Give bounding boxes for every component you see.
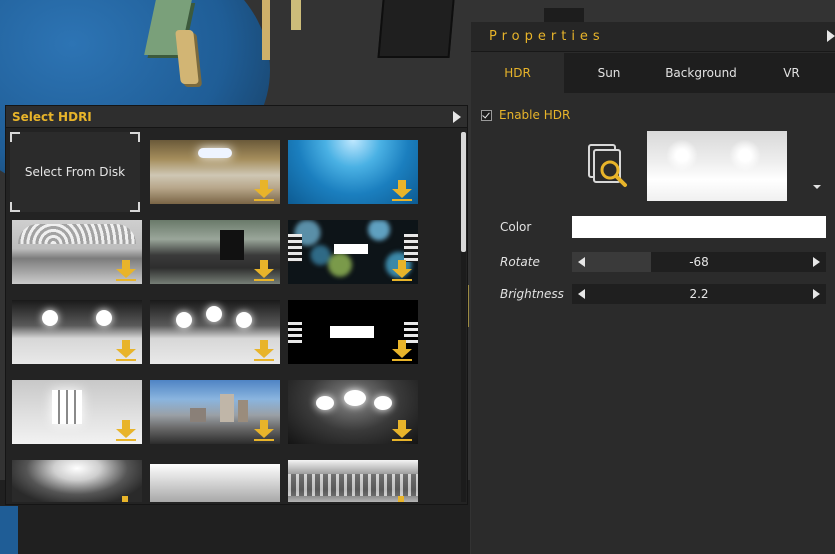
hdri-thumbnail[interactable] [288,140,418,204]
brightness-label: Brightness [500,287,564,301]
download-icon[interactable] [116,260,136,282]
terrain-block [262,0,270,60]
properties-panel: Properties HDR Sun Background VR Enable … [471,22,835,554]
hdri-thumbnail[interactable] [150,140,280,204]
properties-tabs: HDR Sun Background VR [471,53,835,93]
hdri-thumbnail[interactable] [150,220,280,284]
hdri-panel-title: Select HDRI [12,109,92,124]
tab-background[interactable]: Background [654,53,748,93]
tab-vr[interactable]: VR [748,53,835,93]
brightness-row: Brightness 2.2 [500,284,826,304]
chevron-down-icon[interactable] [813,185,821,189]
rotate-value: -68 [689,255,709,269]
select-from-disk-label: Select From Disk [24,164,126,179]
hdri-thumbnail[interactable] [12,460,142,502]
download-icon[interactable] [392,180,412,202]
download-icon[interactable] [254,420,274,442]
select-from-disk-button[interactable]: Select From Disk [10,132,140,212]
hdri-scrollbar[interactable] [461,132,466,502]
rotate-label: Rotate [500,255,540,269]
hdri-grid: Select From Disk [10,132,422,502]
hdri-panel-header: Select HDRI [6,106,467,128]
download-icon[interactable] [116,340,136,362]
color-swatch[interactable] [572,216,826,238]
scene-object [0,506,18,554]
collapse-arrow-icon[interactable] [453,110,461,123]
hdri-thumbnail[interactable] [150,300,280,364]
scene-object [544,8,584,22]
browse-hdri-icon[interactable] [588,144,630,190]
hdri-thumbnail[interactable] [288,460,418,502]
download-icon[interactable] [392,420,412,442]
tab-sun[interactable]: Sun [564,53,654,93]
download-icon[interactable] [122,496,128,502]
enable-hdr-row[interactable]: Enable HDR [481,108,570,122]
enable-hdr-label: Enable HDR [499,108,571,122]
increment-arrow-icon[interactable] [813,257,820,267]
hdri-thumbnail[interactable] [150,464,280,502]
select-hdri-panel: Select HDRI Select From Disk [5,105,468,505]
tab-hdr[interactable]: HDR [471,53,564,93]
download-icon[interactable] [392,340,412,362]
hdri-thumbnail[interactable] [288,300,418,364]
scrollbar-thumb[interactable] [461,132,466,252]
enable-hdr-checkbox[interactable] [481,109,492,121]
properties-title: Properties [489,29,605,44]
color-label: Color [500,220,532,234]
color-row: Color [500,216,826,238]
hdri-thumbnail[interactable] [12,300,142,364]
download-icon[interactable] [116,420,136,442]
download-icon[interactable] [254,260,274,282]
hdri-thumbnail[interactable] [288,220,418,284]
rotate-row: Rotate -68 [500,252,826,272]
download-icon[interactable] [254,340,274,362]
rotate-slider[interactable]: -68 [572,252,826,272]
download-icon[interactable] [254,180,274,202]
hdri-preview-image[interactable] [647,131,787,201]
hdri-thumbnail[interactable] [12,220,142,284]
hdri-thumbnail[interactable] [12,380,142,444]
download-icon[interactable] [398,496,404,502]
collapse-arrow-icon[interactable] [827,30,835,42]
brightness-slider[interactable]: 2.2 [572,284,826,304]
brightness-value: 2.2 [689,287,709,301]
hdri-thumbnail[interactable] [150,380,280,444]
terrain-block [291,0,301,30]
properties-header: Properties [471,22,835,52]
download-icon[interactable] [392,260,412,282]
increment-arrow-icon[interactable] [813,289,820,299]
scene-object [377,0,455,58]
hdri-thumbnail[interactable] [288,380,418,444]
